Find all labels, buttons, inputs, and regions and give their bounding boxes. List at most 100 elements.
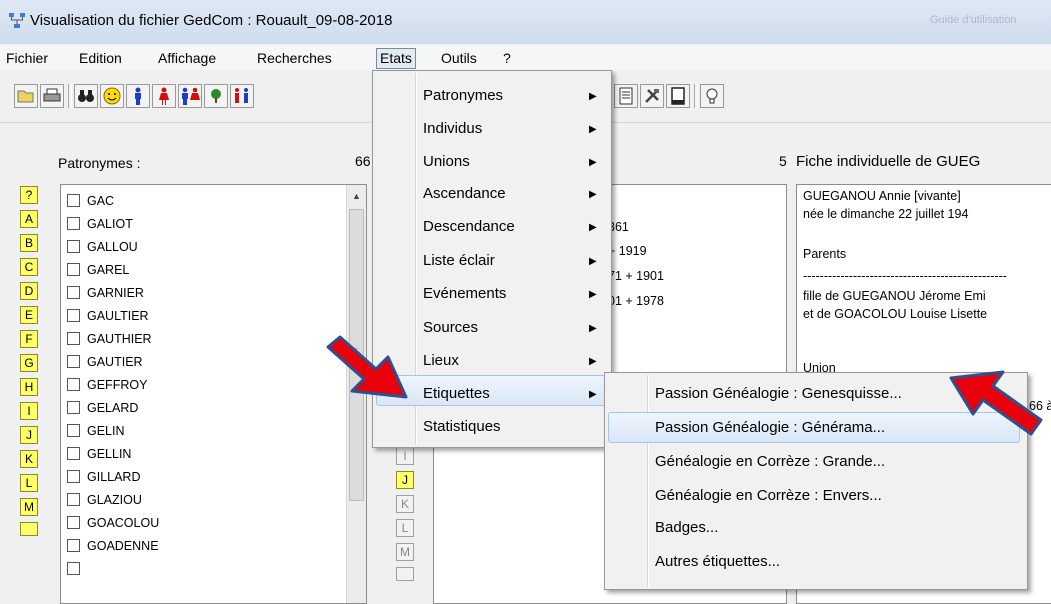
binoculars-icon[interactable] [74,84,98,108]
menu-item-generama[interactable]: Passion Généalogie : Générama... [655,419,885,436]
checkbox[interactable] [67,217,80,231]
letter-button[interactable]: L [396,519,414,537]
menu-item-statistiques[interactable]: Statistiques [423,418,501,435]
menu-etats[interactable]: Etats [376,48,416,69]
page-icon[interactable] [666,84,690,108]
checkbox[interactable] [67,194,80,208]
letter-button[interactable]: J [396,471,414,489]
menu-item-lieux[interactable]: Lieux [423,352,459,369]
list-item[interactable]: GARNIER [67,283,144,303]
menu-fichier[interactable]: Fichier [6,50,48,66]
checkbox[interactable] [67,539,80,553]
checkbox[interactable] [67,401,80,415]
menu-item-liste-eclair[interactable]: Liste éclair [423,252,495,269]
list-item[interactable]: GILLARD [67,467,141,487]
print-icon[interactable] [40,84,64,108]
smiley-icon[interactable] [100,84,124,108]
letter-button[interactable]: L [20,474,38,492]
list-item[interactable]: GEFFROY [67,375,147,395]
checkbox[interactable] [67,332,80,346]
menu-edition[interactable]: Edition [79,50,122,66]
checkbox[interactable] [67,286,80,300]
open-folder-icon[interactable] [14,84,38,108]
letter-button[interactable]: J [20,426,38,444]
menu-item-correze-envers[interactable]: Généalogie en Corrèze : Envers... [655,487,882,504]
checkbox[interactable] [67,263,80,277]
checkbox[interactable] [67,470,80,484]
list-item[interactable]: GELLIN [67,444,131,464]
checkbox[interactable] [67,562,80,576]
surname-list[interactable]: GAC GALIOT GALLOU GAREL GARNIER GAULTIER… [60,184,367,604]
list-item[interactable]: GOADENNE [67,536,159,556]
menu-item-genesquisse[interactable]: Passion Généalogie : Genesquisse... [655,385,902,402]
checkbox[interactable] [67,424,80,438]
letter-button[interactable]: M [396,543,414,561]
checkbox[interactable] [67,378,80,392]
menu-item-badges[interactable]: Badges... [655,519,718,536]
menu-item-sources[interactable]: Sources [423,319,478,336]
letter-button[interactable]: M [20,498,38,516]
list-item[interactable]: GALIOT [67,214,133,234]
menu-affichage[interactable]: Affichage [158,50,216,66]
letter-button[interactable] [20,522,38,536]
toolbar-separator [68,84,72,108]
letter-button[interactable]: E [20,306,38,324]
list-item[interactable]: GELIN [67,421,125,441]
list-item[interactable]: GAREL [67,260,129,280]
tools-icon[interactable] [640,84,664,108]
man-icon[interactable] [126,84,150,108]
menu-item-patronymes[interactable]: Patronymes [423,87,503,104]
letter-button[interactable]: I [20,402,38,420]
letter-button[interactable]: H [20,378,38,396]
list-item[interactable]: 71 + 1901 [608,269,664,283]
letter-button[interactable]: K [396,495,414,513]
menu-item-autres-etiquettes[interactable]: Autres étiquettes... [655,553,780,570]
menu-outils[interactable]: Outils [441,50,477,66]
menu-item-etiquettes[interactable]: Etiquettes [423,385,490,402]
menu-item-ascendance[interactable]: Ascendance [423,185,506,202]
menu-item-correze-grande[interactable]: Généalogie en Corrèze : Grande... [655,453,885,470]
letter-button[interactable]: F [20,330,38,348]
list-item[interactable]: + 1919 [608,244,647,258]
family-icon[interactable] [230,84,254,108]
letter-button[interactable]: D [20,282,38,300]
letter-button[interactable]: I [396,447,414,465]
checkbox[interactable] [67,447,80,461]
letter-button[interactable]: ? [20,186,38,204]
couple-icon[interactable] [178,84,202,108]
tree-icon[interactable] [204,84,228,108]
checkbox[interactable] [67,240,80,254]
letter-button[interactable]: B [20,234,38,252]
list-item[interactable]: GAUTIER [67,352,143,372]
checkbox[interactable] [67,493,80,507]
menu-item-unions[interactable]: Unions [423,153,470,170]
letter-button[interactable]: A [20,210,38,228]
menu-recherches[interactable]: Recherches [257,50,332,66]
list-item[interactable]: GOACOLOU [67,513,159,533]
scroll-up-icon[interactable]: ▲ [352,191,361,201]
list-item[interactable]: 01 + 1978 [608,294,664,308]
record-line: née le dimanche 22 juillet 194 [803,207,969,221]
letter-button[interactable] [396,567,414,581]
list-item[interactable]: GAC [67,191,114,211]
letter-button[interactable]: G [20,354,38,372]
lightbulb-icon[interactable] [700,84,724,108]
letter-button[interactable]: C [20,258,38,276]
list-item[interactable]: GLAZIOU [67,490,142,510]
letter-button[interactable]: K [20,450,38,468]
list-item[interactable]: GELARD [67,398,138,418]
menu-item-individus[interactable]: Individus [423,120,482,137]
checkbox[interactable] [67,516,80,530]
record-line: GUEGANOU Annie [vivante] [803,189,961,203]
list-item[interactable]: GALLOU [67,237,138,257]
menu-item-evenements[interactable]: Evénements [423,285,506,302]
menu-item-descendance[interactable]: Descendance [423,218,515,235]
list-item[interactable]: GAULTIER [67,306,149,326]
document-icon[interactable] [614,84,638,108]
checkbox[interactable] [67,355,80,369]
list-item[interactable]: GAUTHIER [67,329,152,349]
list-item[interactable] [67,559,87,579]
menu-help[interactable]: ? [503,50,511,66]
checkbox[interactable] [67,309,80,323]
woman-icon[interactable] [152,84,176,108]
